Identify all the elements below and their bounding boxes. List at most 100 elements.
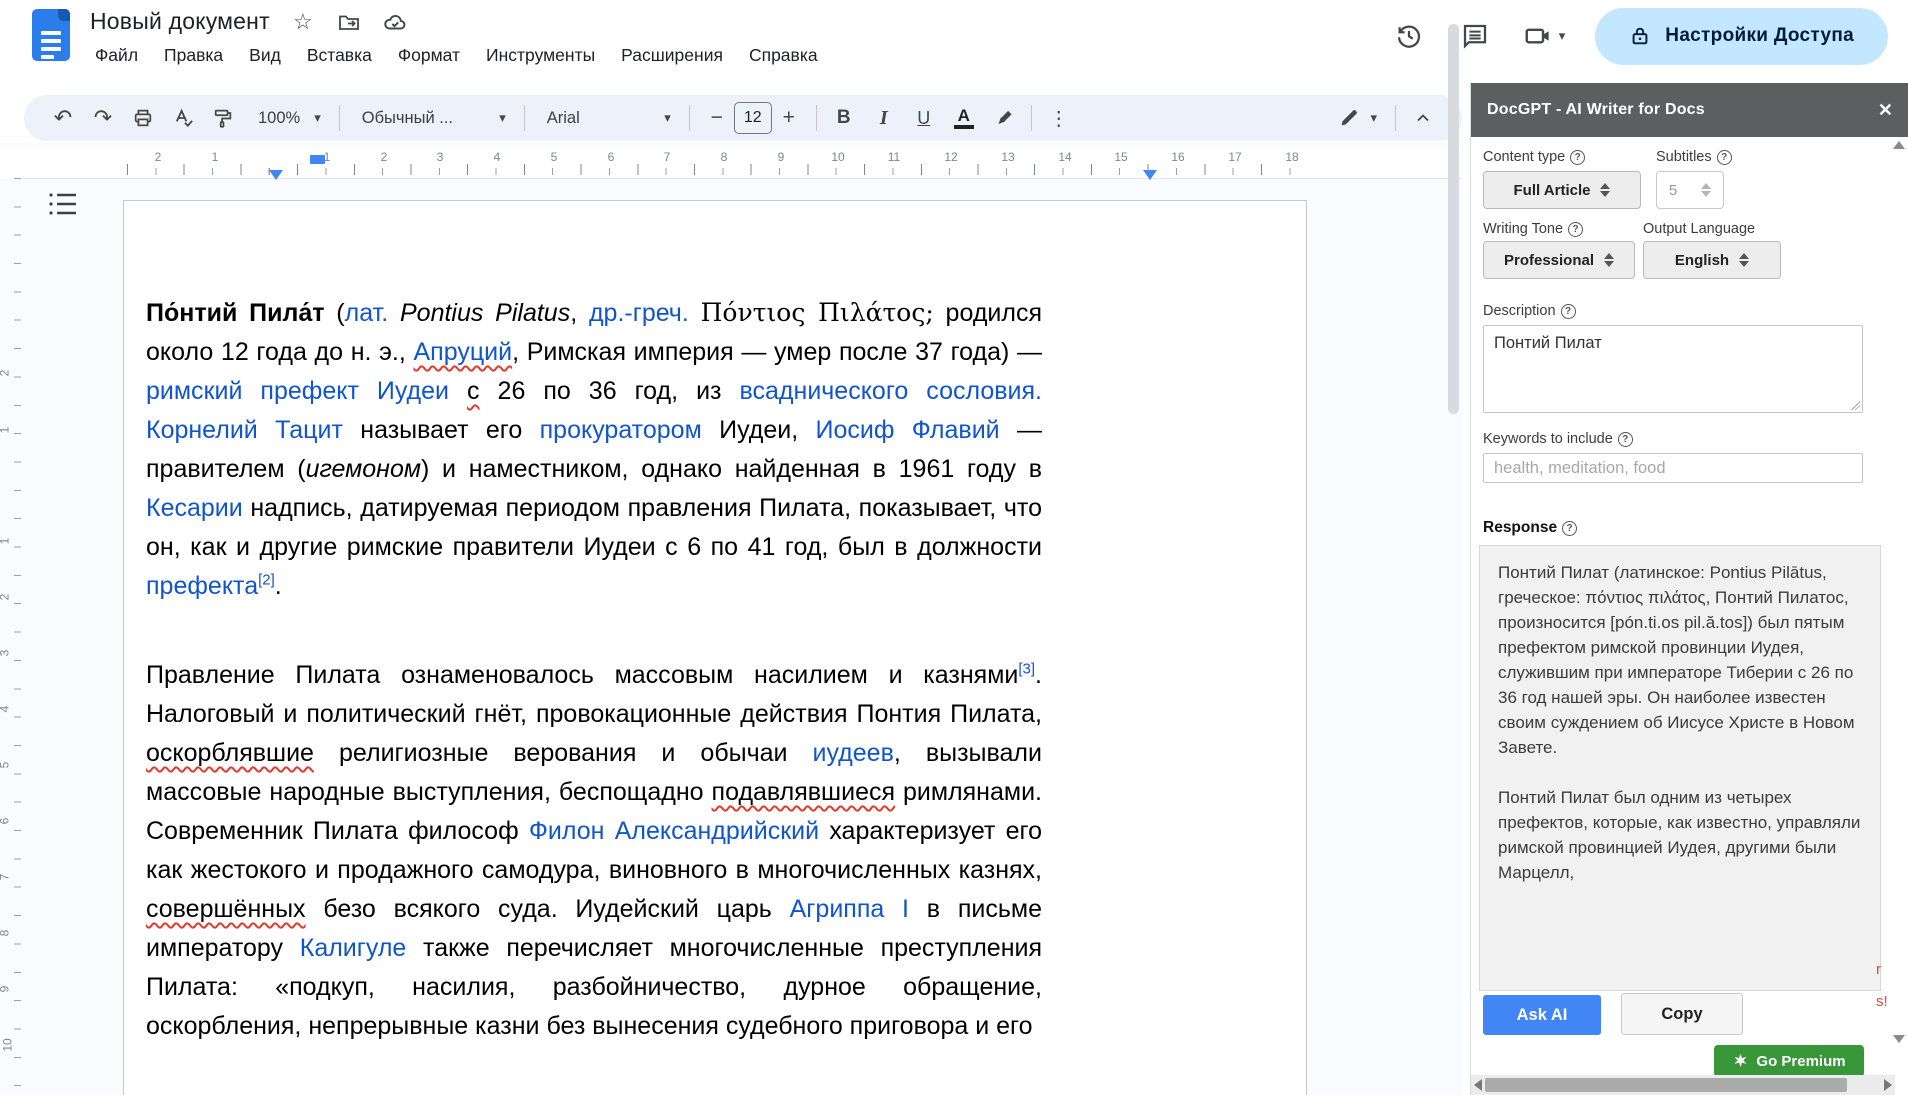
writing-tone-select[interactable]: Professional	[1483, 241, 1635, 279]
menu-вставка[interactable]: Вставка	[294, 40, 385, 71]
highlight-color-button[interactable]	[987, 101, 1021, 135]
response-box[interactable]: Понтий Пилат (латинское: Pontius Pilātus…	[1479, 545, 1881, 991]
link[interactable]: римский префект Иудеи	[146, 377, 449, 405]
keywords-input[interactable]	[1483, 453, 1863, 483]
resize-grip-icon[interactable]	[1851, 401, 1860, 410]
sidebar-scroll-up-icon[interactable]	[1893, 141, 1905, 149]
toolbar-separator	[1031, 105, 1032, 131]
link[interactable]: Кесарии	[146, 494, 243, 522]
more-options-button[interactable]: ⋮	[1042, 101, 1076, 135]
text-run: религиозные верования и обычаи	[314, 739, 813, 767]
first-line-indent-marker[interactable]	[310, 155, 325, 164]
document-scrollbar-thumb[interactable]	[1448, 24, 1459, 414]
editing-mode-select[interactable]: ▾	[1330, 101, 1385, 135]
sidebar-horizontal-scrollbar[interactable]	[1471, 1075, 1895, 1095]
comments-icon[interactable]	[1457, 18, 1493, 54]
paragraph[interactable]: По́нтий Пила́т (лат. Pontius Pilatus, др…	[146, 293, 1042, 606]
app-header: Новый документ ☆ ФайлПравкаВидВставкаФор…	[0, 0, 1908, 88]
link[interactable]: [3]	[1018, 661, 1035, 678]
scroll-right-icon[interactable]	[1884, 1079, 1892, 1091]
paragraph[interactable]: Правление Пилата ознаменовалось массовым…	[146, 656, 1042, 1046]
help-icon[interactable]	[1570, 150, 1585, 165]
version-history-icon[interactable]	[1391, 18, 1427, 54]
google-docs-logo-icon[interactable]	[32, 9, 70, 61]
link[interactable]: Апруций	[414, 338, 513, 366]
link[interactable]: Калигуле	[300, 934, 407, 962]
link[interactable]: Корнелий Тацит	[146, 416, 343, 444]
hide-menus-button[interactable]	[1406, 101, 1440, 135]
underline-button[interactable]: U	[907, 101, 941, 135]
link[interactable]: др.-греч.	[589, 299, 689, 327]
subtitles-stepper[interactable]: 5	[1656, 171, 1724, 209]
font-select[interactable]: Arial ▾	[535, 101, 679, 135]
menu-инструменты[interactable]: Инструменты	[473, 40, 608, 71]
ask-ai-button[interactable]: Ask AI	[1483, 995, 1601, 1035]
sidebar-scroll-down-icon[interactable]	[1893, 1035, 1905, 1043]
scroll-left-icon[interactable]	[1474, 1079, 1482, 1091]
undo-button[interactable]: ↶	[46, 101, 80, 135]
print-button[interactable]	[126, 101, 160, 135]
horizontal-scrollbar-thumb[interactable]	[1485, 1078, 1847, 1092]
link[interactable]: [2]	[258, 572, 275, 589]
paragraph-styles-select[interactable]: Обычный ... ▾	[350, 101, 514, 135]
show-document-outline-button[interactable]	[48, 191, 78, 217]
content-type-select[interactable]: Full Article	[1483, 171, 1641, 209]
pencil-icon	[1338, 107, 1360, 129]
menu-расширения[interactable]: Расширения	[608, 40, 736, 71]
link[interactable]: Агриппа I	[790, 895, 909, 923]
spellcheck-button[interactable]	[166, 101, 200, 135]
docs-logo-line	[41, 31, 61, 35]
menu-правка[interactable]: Правка	[151, 40, 236, 71]
help-icon[interactable]	[1568, 222, 1583, 237]
share-button[interactable]: Настройки Доступа	[1595, 8, 1888, 65]
bold-button[interactable]: B	[827, 101, 861, 135]
menu-вид[interactable]: Вид	[236, 40, 294, 71]
paint-format-button[interactable]	[206, 101, 240, 135]
document-text[interactable]: По́нтий Пила́т (лат. Pontius Pilatus, др…	[146, 293, 1042, 1095]
right-indent-marker[interactable]	[1143, 170, 1157, 180]
description-textarea[interactable]: Понтий Пилат	[1483, 325, 1863, 413]
video-call-button[interactable]: ▾	[1523, 21, 1566, 51]
text-run: с	[467, 377, 480, 405]
italic-button[interactable]: I	[867, 101, 901, 135]
help-icon[interactable]	[1717, 150, 1732, 165]
copy-button[interactable]: Copy	[1621, 993, 1743, 1035]
document-title[interactable]: Новый документ	[90, 8, 270, 35]
link[interactable]: префекта	[146, 572, 258, 600]
link[interactable]: иудеев	[813, 739, 894, 767]
horizontal-ruler[interactable]: 21123456789101112131415161718	[0, 148, 1462, 179]
font-size-input[interactable]: 12	[734, 102, 772, 134]
sidebar-close-icon[interactable]: ✕	[1878, 100, 1893, 121]
text-run: Правление Пилата ознаменовалось массовым…	[146, 661, 1018, 689]
link[interactable]: Филон Александрийский	[529, 817, 819, 845]
cloud-saved-icon[interactable]	[382, 9, 408, 35]
link[interactable]: лат.	[345, 299, 389, 327]
video-call-dropdown-icon[interactable]: ▾	[1559, 28, 1566, 44]
zoom-select[interactable]: 100% ▾	[246, 101, 329, 135]
go-premium-button[interactable]: Go Premium	[1714, 1045, 1864, 1077]
text-run: ) и наместником, однако найденная в 1961…	[421, 455, 1042, 483]
link[interactable]: прокуратором	[540, 416, 702, 444]
menu-файл[interactable]: Файл	[82, 40, 151, 71]
link[interactable]: всаднического сословия.	[740, 377, 1042, 405]
menu-справка[interactable]: Справка	[736, 40, 831, 71]
help-icon[interactable]	[1618, 432, 1633, 447]
link[interactable]: Иосиф Флавий	[816, 416, 1000, 444]
subtitles-value: 5	[1669, 182, 1677, 199]
vertical-ruler[interactable]: 2112345678910111213	[0, 178, 22, 1095]
increase-font-size-button[interactable]: +	[772, 101, 806, 135]
docs-logo-fold	[58, 9, 70, 21]
help-icon[interactable]	[1562, 521, 1577, 536]
ruler-number: 4	[494, 150, 501, 164]
star-icon[interactable]: ☆	[290, 9, 316, 35]
text-color-button[interactable]: A	[947, 101, 981, 135]
decrease-font-size-button[interactable]: −	[700, 101, 734, 135]
move-to-folder-icon[interactable]	[336, 9, 362, 35]
menu-формат[interactable]: Формат	[385, 40, 473, 71]
output-language-select[interactable]: English	[1643, 241, 1781, 279]
spinner-arrows-icon	[1701, 183, 1711, 197]
help-icon[interactable]	[1561, 304, 1576, 319]
spinner-arrows-icon	[1739, 253, 1749, 267]
redo-button[interactable]: ↷	[86, 101, 120, 135]
left-indent-marker[interactable]	[269, 170, 283, 180]
